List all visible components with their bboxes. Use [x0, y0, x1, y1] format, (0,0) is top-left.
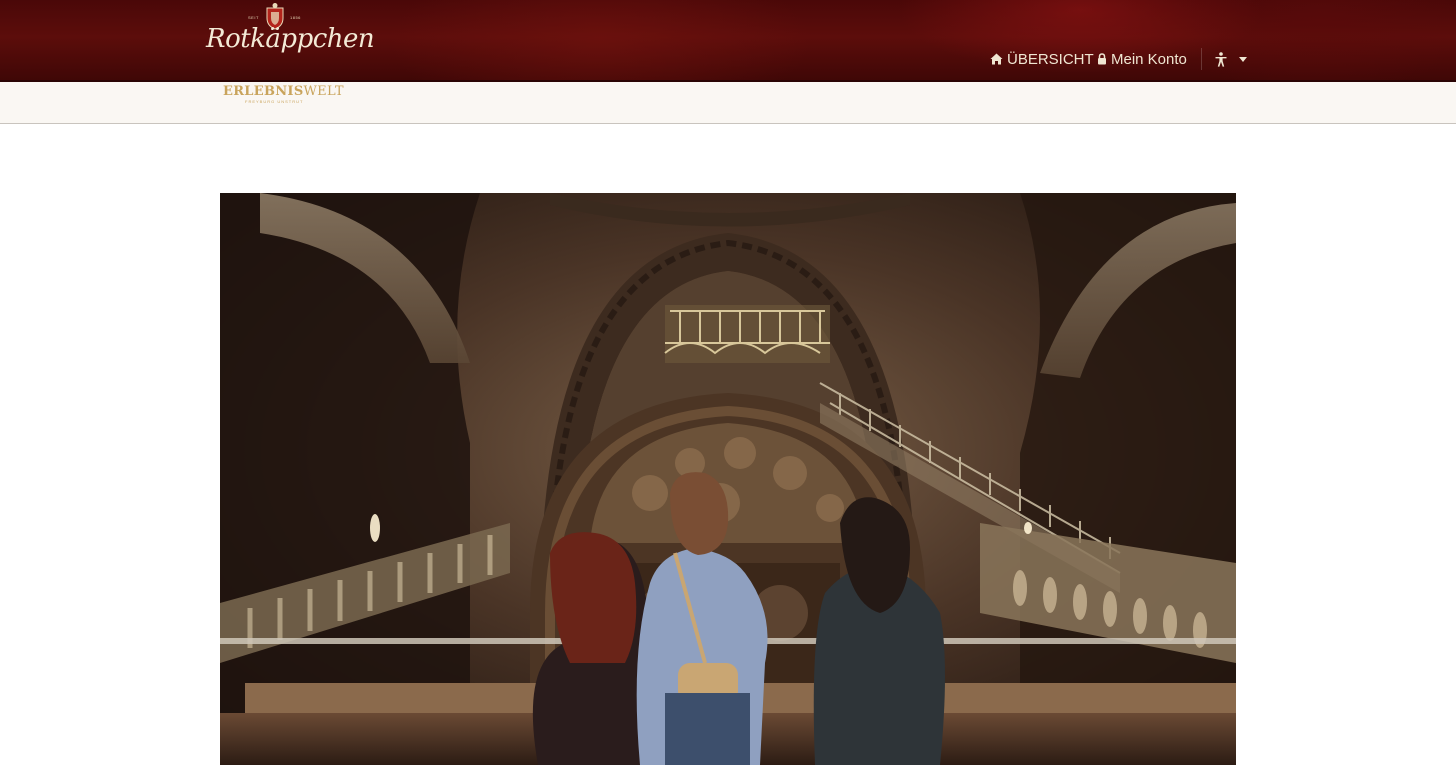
lock-icon	[1098, 53, 1106, 65]
crest-year-right: 1856	[290, 15, 301, 20]
home-icon	[990, 53, 1003, 65]
chevron-down-icon	[1239, 56, 1247, 62]
nav-overview[interactable]: ÜBERSICHT	[990, 48, 1094, 70]
accessibility-dropdown[interactable]	[1215, 48, 1247, 70]
sub-header: ERLEBNISWELT FREYBURG UNSTRUT	[0, 82, 1456, 124]
nav-overview-label: ÜBERSICHT	[1007, 50, 1094, 68]
erlebniswelt-logo[interactable]: ERLEBNISWELT FREYBURG UNSTRUT	[223, 84, 344, 106]
hero-image	[220, 193, 1236, 765]
nav-divider	[1201, 48, 1202, 70]
top-header: SEIT 1856 Rotkäppchen ÜBERSICHT Mein Kon…	[0, 0, 1456, 82]
accessibility-icon	[1215, 51, 1227, 67]
rotkaeppchen-logo[interactable]: SEIT 1856 Rotkäppchen	[206, 2, 375, 62]
nav-account-label: Mein Konto	[1111, 50, 1187, 68]
nav-account[interactable]: Mein Konto	[1097, 48, 1187, 70]
logo-subtitle: FREYBURG UNSTRUT	[245, 99, 304, 104]
wine-cellar-photo	[220, 193, 1236, 765]
logo-light-text: WELT	[303, 84, 344, 99]
brand-name: Rotkäppchen	[206, 24, 375, 54]
logo-bold-text: ERLEBNIS	[223, 84, 304, 99]
crest-year-left: SEIT	[248, 15, 259, 20]
